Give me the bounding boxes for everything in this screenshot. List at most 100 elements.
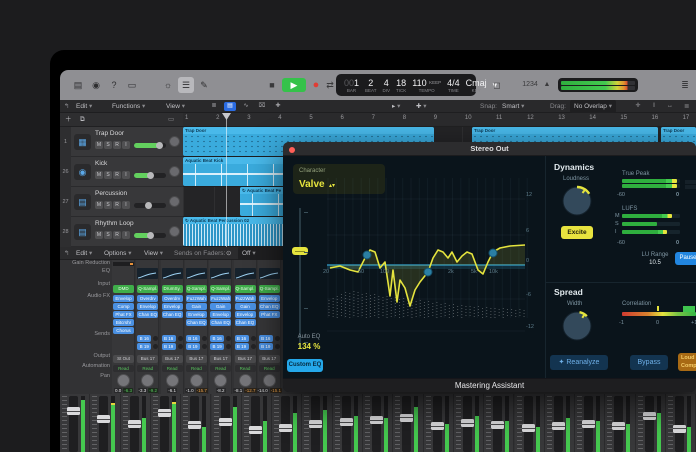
- send-bus-button[interactable]: B 16: [234, 335, 249, 342]
- excite-button[interactable]: Excite: [561, 226, 593, 239]
- send-level-knob[interactable]: [177, 344, 183, 349]
- channel-input-button[interactable]: DrumSy.: [161, 285, 183, 293]
- channel-fader-13[interactable]: [423, 394, 454, 452]
- channel-strip-1[interactable]: DMD Envelop Comp Phat FX Bitcrshr Chorus St Ou…: [112, 260, 135, 394]
- view-menu[interactable]: View ▾: [166, 100, 185, 113]
- fader-cap[interactable]: [218, 418, 232, 426]
- channel-eq-thumbnail[interactable]: [210, 268, 232, 279]
- bypass-button[interactable]: Bypass: [630, 355, 668, 370]
- channel-send-slot[interactable]: B 16: [210, 335, 232, 342]
- volume-knob[interactable]: [147, 232, 154, 239]
- channel-fx-phat-fx[interactable]: Phat FX: [113, 311, 134, 318]
- fader-cap[interactable]: [460, 419, 474, 428]
- channel-automation-button[interactable]: Read: [258, 365, 280, 372]
- fader-cap[interactable]: [551, 422, 565, 430]
- channel-send-slot[interactable]: B 19: [185, 343, 207, 350]
- count-in-button[interactable]: 1234: [520, 78, 540, 92]
- piano-roll-icon[interactable]: ▤: [224, 102, 236, 111]
- fader-cap[interactable]: [248, 426, 262, 435]
- fader-cap[interactable]: [370, 416, 383, 424]
- group-icon[interactable]: ⧉: [80, 113, 85, 126]
- channel-fx-envelop[interactable]: Envelop: [113, 295, 134, 302]
- track-i-button[interactable]: I: [122, 171, 130, 179]
- channel-pan-knob[interactable]: [214, 374, 228, 387]
- channel-output-button[interactable]: Bus 17: [234, 355, 256, 363]
- track-volume-slider[interactable]: [134, 202, 166, 209]
- camera-icon[interactable]: ▤: [70, 77, 86, 93]
- channel-eq-thumbnail[interactable]: [161, 268, 183, 279]
- fader-cap[interactable]: [612, 422, 626, 431]
- mixer-edit-menu[interactable]: Edit ▾: [76, 247, 92, 260]
- track-s-button[interactable]: S: [104, 141, 112, 149]
- track-m-button[interactable]: M: [95, 171, 103, 179]
- send-bus-button[interactable]: B 16: [185, 335, 200, 342]
- channel-fx-chan-eq[interactable]: Chan EQ: [185, 319, 207, 326]
- quick-help-icon[interactable]: ?: [106, 77, 122, 93]
- channel-fader-18[interactable]: [575, 394, 606, 452]
- connections-icon[interactable]: ◉: [88, 77, 104, 93]
- channel-output-button[interactable]: Bus 17: [137, 355, 159, 363]
- stop-button[interactable]: ■: [266, 78, 278, 92]
- channel-pan-knob[interactable]: [189, 374, 203, 387]
- channel-strip-6[interactable]: Q-Sampl. FuzzWah Gain Envelop Chan EQ B 16 B 1…: [233, 260, 257, 394]
- pointer-tool-menu[interactable]: ▸ ▾: [392, 100, 400, 113]
- channel-fader-19[interactable]: [605, 394, 636, 452]
- channel-fader-15[interactable]: [484, 394, 515, 452]
- channel-automation-button[interactable]: Read: [210, 365, 232, 372]
- channel-fx-envelop[interactable]: Envelop: [234, 311, 256, 318]
- channel-fx-envelop[interactable]: Envelop: [185, 311, 207, 318]
- send-level-knob[interactable]: [250, 336, 256, 341]
- send-level-knob[interactable]: [201, 344, 207, 349]
- channel-fx-chan-eq[interactable]: Chan EQ: [234, 319, 256, 326]
- volume-knob[interactable]: [145, 202, 153, 209]
- fader-cap[interactable]: [97, 415, 111, 424]
- back-icon[interactable]: ↰: [64, 100, 69, 113]
- fader-cap[interactable]: [67, 407, 80, 416]
- channel-send-slot[interactable]: B 19: [210, 343, 232, 350]
- channel-automation-button[interactable]: Read: [185, 365, 207, 372]
- send-level-knob[interactable]: [274, 336, 280, 341]
- channel-strip-3[interactable]: DrumSy. Overdrv Envelop Chan EQ B 16 B 19 Bus …: [160, 260, 184, 394]
- channel-input-button[interactable]: Q-Sampl.: [137, 285, 159, 293]
- channel-fader-9[interactable]: [302, 394, 333, 452]
- channel-fader-14[interactable]: [453, 394, 485, 452]
- channel-input-button[interactable]: Q-Sampl.: [185, 285, 207, 293]
- send-bus-button[interactable]: B 16: [161, 335, 176, 342]
- track-pan-knob[interactable]: [169, 226, 180, 237]
- channel-send-slot[interactable]: B 16: [185, 335, 207, 342]
- track-i-button[interactable]: I: [122, 141, 130, 149]
- metronome-button[interactable]: ▲: [542, 78, 552, 92]
- channel-input-button[interactable]: Q-Sampl.: [210, 285, 232, 293]
- channel-fx-envelop[interactable]: Envelop: [161, 303, 183, 310]
- track-volume-slider[interactable]: [134, 142, 166, 149]
- channel-output-button[interactable]: Bus 17: [210, 355, 232, 363]
- channel-output-button[interactable]: Bus 17: [161, 355, 183, 363]
- snap-menu[interactable]: Smart ▾: [502, 100, 524, 113]
- volume-knob[interactable]: [147, 172, 154, 179]
- channel-send-slot[interactable]: B 16: [234, 335, 256, 342]
- send-bus-button[interactable]: B 16: [137, 335, 152, 342]
- functions-menu[interactable]: Functions ▾: [112, 100, 145, 113]
- channel-output-button[interactable]: St Out: [113, 355, 134, 363]
- channel-eq-thumbnail[interactable]: [234, 268, 256, 279]
- track-m-button[interactable]: M: [95, 141, 103, 149]
- channel-fx-comp[interactable]: Comp: [113, 303, 134, 310]
- channel-automation-button[interactable]: Read: [161, 365, 183, 372]
- track-m-button[interactable]: M: [95, 201, 103, 209]
- track-pan-knob[interactable]: [169, 166, 180, 177]
- channel-send-slot[interactable]: B 16: [258, 335, 280, 342]
- lcd-display[interactable]: 001 BAR 2 BEAT 4 DIV 18 TICK 110 KEEP TEMPO 4…: [336, 74, 497, 96]
- loudness-knob[interactable]: [560, 184, 594, 223]
- channel-pan-knob[interactable]: [262, 374, 276, 387]
- library-icon[interactable]: ☼: [160, 77, 176, 93]
- channel-send-slot[interactable]: B 16: [161, 335, 183, 342]
- channel-fader-20[interactable]: [635, 394, 666, 452]
- channel-fader-4[interactable]: [150, 394, 182, 452]
- send-level-knob[interactable]: [250, 344, 256, 349]
- pause-button[interactable]: Pause: [675, 252, 696, 265]
- track-pan-knob[interactable]: [169, 136, 180, 147]
- command-tool-menu[interactable]: ✚ ▾: [416, 100, 427, 113]
- channel-fx-chan-eq[interactable]: Chan EQ: [258, 303, 280, 310]
- loop-browser-icon[interactable]: ✚: [272, 102, 284, 111]
- eq-analyzer-display[interactable]: [283, 156, 696, 378]
